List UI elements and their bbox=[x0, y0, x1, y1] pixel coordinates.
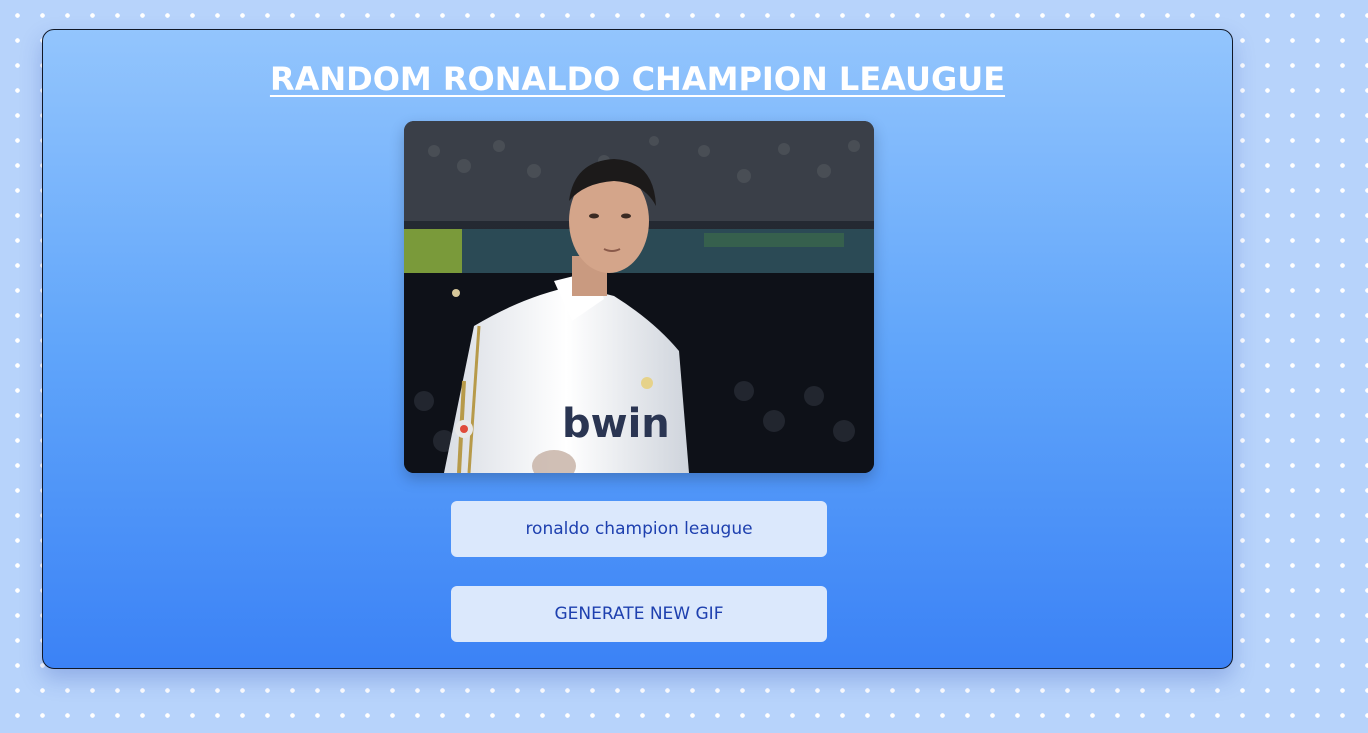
ronaldo-gif: bwin bbox=[404, 121, 874, 473]
search-input[interactable]: ronaldo champion leaugue bbox=[451, 501, 827, 557]
generate-new-gif-button[interactable]: GENERATE NEW GIF bbox=[451, 586, 827, 642]
sponsor-logo: bwin bbox=[562, 401, 670, 447]
gif-card: RANDOM RONALDO CHAMPION LEAUGUE bwin ron… bbox=[42, 29, 1233, 669]
page-title: RANDOM RONALDO CHAMPION LEAUGUE bbox=[269, 60, 1006, 98]
